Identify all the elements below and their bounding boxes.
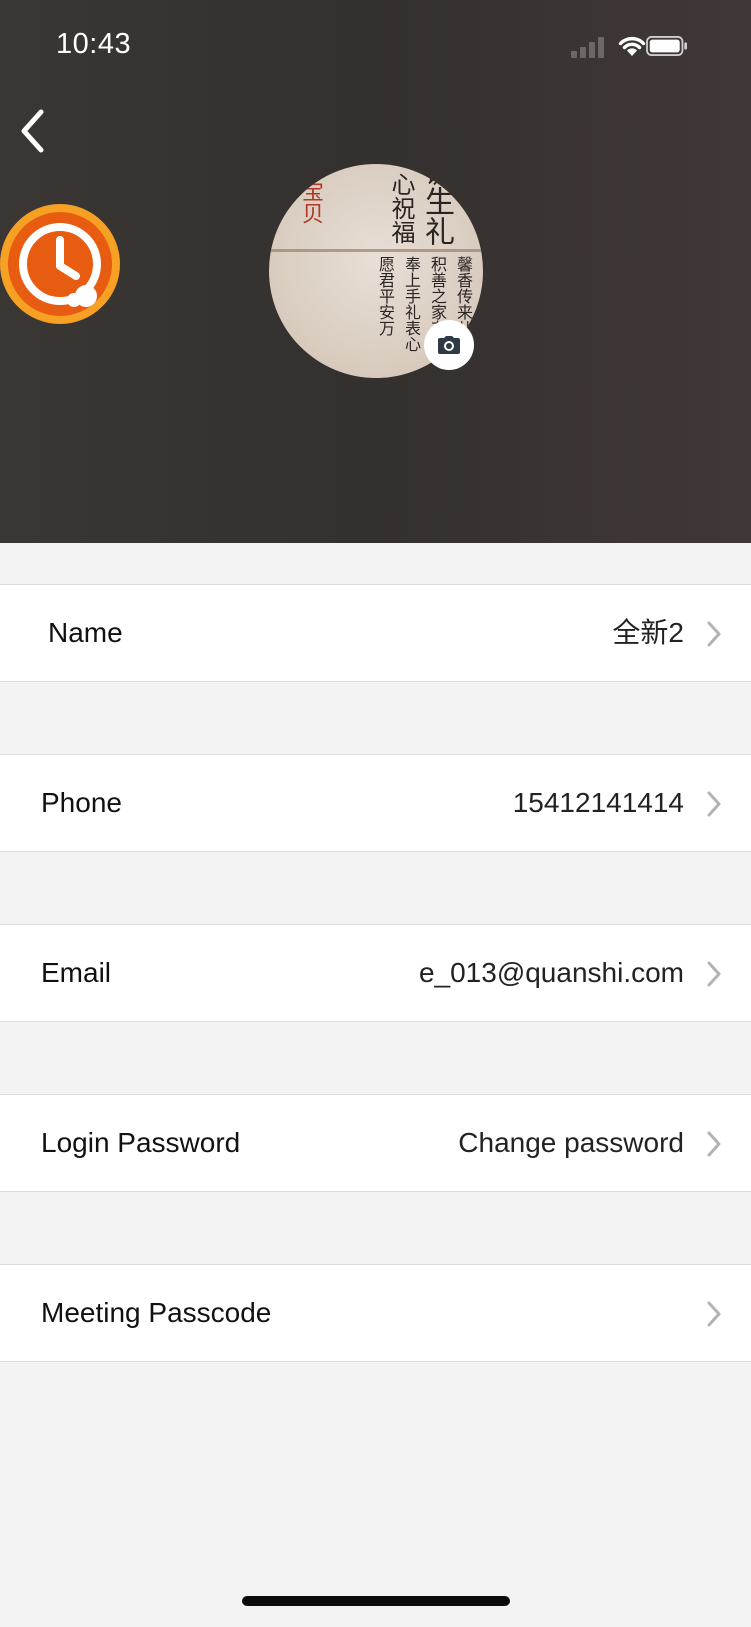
- meeting-passcode-label: Meeting Passcode: [41, 1297, 272, 1328]
- avatar-calligraphy-line: 心祝福: [387, 172, 415, 244]
- avatar-calligraphy-poem: 愿君平安万: [376, 256, 395, 336]
- status-time: 10:43: [56, 28, 132, 60]
- phone-value: 15412141414: [512, 787, 684, 818]
- chevron-left-icon: [21, 109, 44, 153]
- change-password-link: Change password: [458, 1127, 684, 1158]
- battery-icon: [646, 36, 687, 56]
- meeting-passcode-row[interactable]: Meeting Passcode: [0, 1264, 751, 1362]
- clock-cloud-logo: [0, 204, 120, 324]
- email-row[interactable]: Email e_013@quanshi.com: [0, 924, 751, 1022]
- name-value: 全新2: [612, 617, 684, 648]
- phone-label: Phone: [41, 787, 122, 818]
- email-value: e_013@quanshi.com: [418, 957, 684, 988]
- back-button[interactable]: [14, 106, 54, 156]
- camera-icon: [438, 336, 460, 354]
- login-password-label: Login Password: [41, 1127, 241, 1158]
- chevron-right-icon: [707, 1131, 721, 1157]
- phone-row[interactable]: Phone 15412141414: [0, 754, 751, 852]
- name-row[interactable]: Name 全新2: [0, 584, 751, 682]
- login-password-row[interactable]: Login Password Change password: [0, 1094, 751, 1192]
- chevron-right-icon: [707, 1301, 721, 1327]
- chevron-right-icon: [707, 621, 721, 647]
- avatar-calligraphy-seal: 宝贝: [298, 180, 323, 224]
- email-label: Email: [41, 957, 112, 988]
- avatar-divider-line: [269, 249, 483, 252]
- wifi-icon: [618, 36, 646, 56]
- home-indicator[interactable]: [242, 1596, 510, 1606]
- avatar-calligraphy-title: 诞生礼: [419, 164, 454, 246]
- change-avatar-button[interactable]: [424, 320, 474, 370]
- chevron-right-icon: [707, 961, 721, 987]
- cellular-signal-icon: [571, 36, 607, 58]
- chevron-right-icon: [707, 791, 721, 817]
- name-label: Name: [48, 617, 123, 648]
- profile-header: 10:43 诞生礼 心祝福 宝贝 馨香传来儿啼声 积善之家有福临 奉上手礼表心 …: [0, 0, 751, 543]
- avatar-calligraphy-poem: 奉上手礼表心: [402, 256, 421, 352]
